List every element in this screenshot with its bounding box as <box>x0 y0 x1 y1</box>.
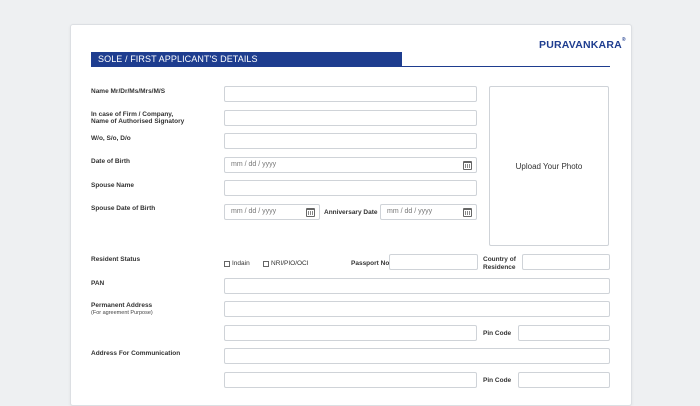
spouse-name-label: Spouse Name <box>91 182 134 189</box>
section-header: SOLE / FIRST APPLICANT'S DETAILS <box>91 52 402 67</box>
resident-status-label: Resident Status <box>91 256 141 263</box>
resident-nri-checkbox[interactable] <box>263 261 269 267</box>
brand-name: PURAVANKARA <box>539 39 622 51</box>
comm-address-line1-input[interactable] <box>224 348 610 364</box>
dob-label: Date of Birth <box>91 158 130 165</box>
calendar-icon[interactable] <box>306 208 315 217</box>
calendar-icon[interactable] <box>463 161 472 170</box>
firm-label-line2: Name of Authorised Signatory <box>91 118 185 125</box>
pan-input[interactable] <box>224 278 610 294</box>
passport-label: Passport No <box>351 260 390 267</box>
section-divider <box>402 66 610 67</box>
perm-address-sublabel: (For agreement Purpose) <box>91 310 153 316</box>
name-label: Name Mr/Dr/Ms/Mrs/M/S <box>91 88 166 95</box>
anniversary-placeholder: mm / dd / yyyy <box>387 208 433 215</box>
resident-nri-label: NRI/PIO/OCI <box>271 260 309 267</box>
section-title: SOLE / FIRST APPLICANT'S DETAILS <box>98 54 258 64</box>
upload-photo-label: Upload Your Photo <box>515 162 583 171</box>
application-form-card: PURAVANKARA® SOLE / FIRST APPLICANT'S DE… <box>70 24 632 406</box>
country-label-line2: Residence <box>483 264 516 271</box>
name-input[interactable] <box>224 86 477 102</box>
calendar-icon[interactable] <box>463 208 472 217</box>
anniversary-label: Anniversary Date <box>324 209 378 216</box>
perm-address-label: Permanent Address <box>91 302 153 309</box>
comm-address-label: Address For Communication <box>91 350 181 357</box>
dob-input[interactable]: mm / dd / yyyy <box>224 157 477 173</box>
brand-logo: PURAVANKARA® <box>539 37 626 51</box>
spouse-dob-input[interactable]: mm / dd / yyyy <box>224 204 320 220</box>
relation-input[interactable] <box>224 133 477 149</box>
dob-placeholder: mm / dd / yyyy <box>231 161 277 168</box>
country-label-line1: Country of <box>483 256 516 263</box>
comm-pin-input[interactable] <box>518 372 610 388</box>
resident-indian-label: Indain <box>232 260 250 267</box>
pan-label: PAN <box>91 280 105 287</box>
anniversary-input[interactable]: mm / dd / yyyy <box>380 204 477 220</box>
comm-pin-label: Pin Code <box>483 377 512 384</box>
spouse-dob-label: Spouse Date of Birth <box>91 205 156 212</box>
photo-upload-area[interactable]: Upload Your Photo <box>489 86 609 246</box>
comm-address-line2-input[interactable] <box>224 372 477 388</box>
resident-indian-checkbox[interactable] <box>224 261 230 267</box>
perm-pin-input[interactable] <box>518 325 610 341</box>
firm-signatory-input[interactable] <box>224 110 477 126</box>
spouse-dob-placeholder: mm / dd / yyyy <box>231 208 277 215</box>
perm-address-line1-input[interactable] <box>224 301 610 317</box>
passport-input[interactable] <box>389 254 478 270</box>
perm-pin-label: Pin Code <box>483 330 512 337</box>
spouse-name-input[interactable] <box>224 180 477 196</box>
country-input[interactable] <box>522 254 610 270</box>
perm-address-line2-input[interactable] <box>224 325 477 341</box>
relation-label: W/o, S/o, D/o <box>91 135 131 142</box>
